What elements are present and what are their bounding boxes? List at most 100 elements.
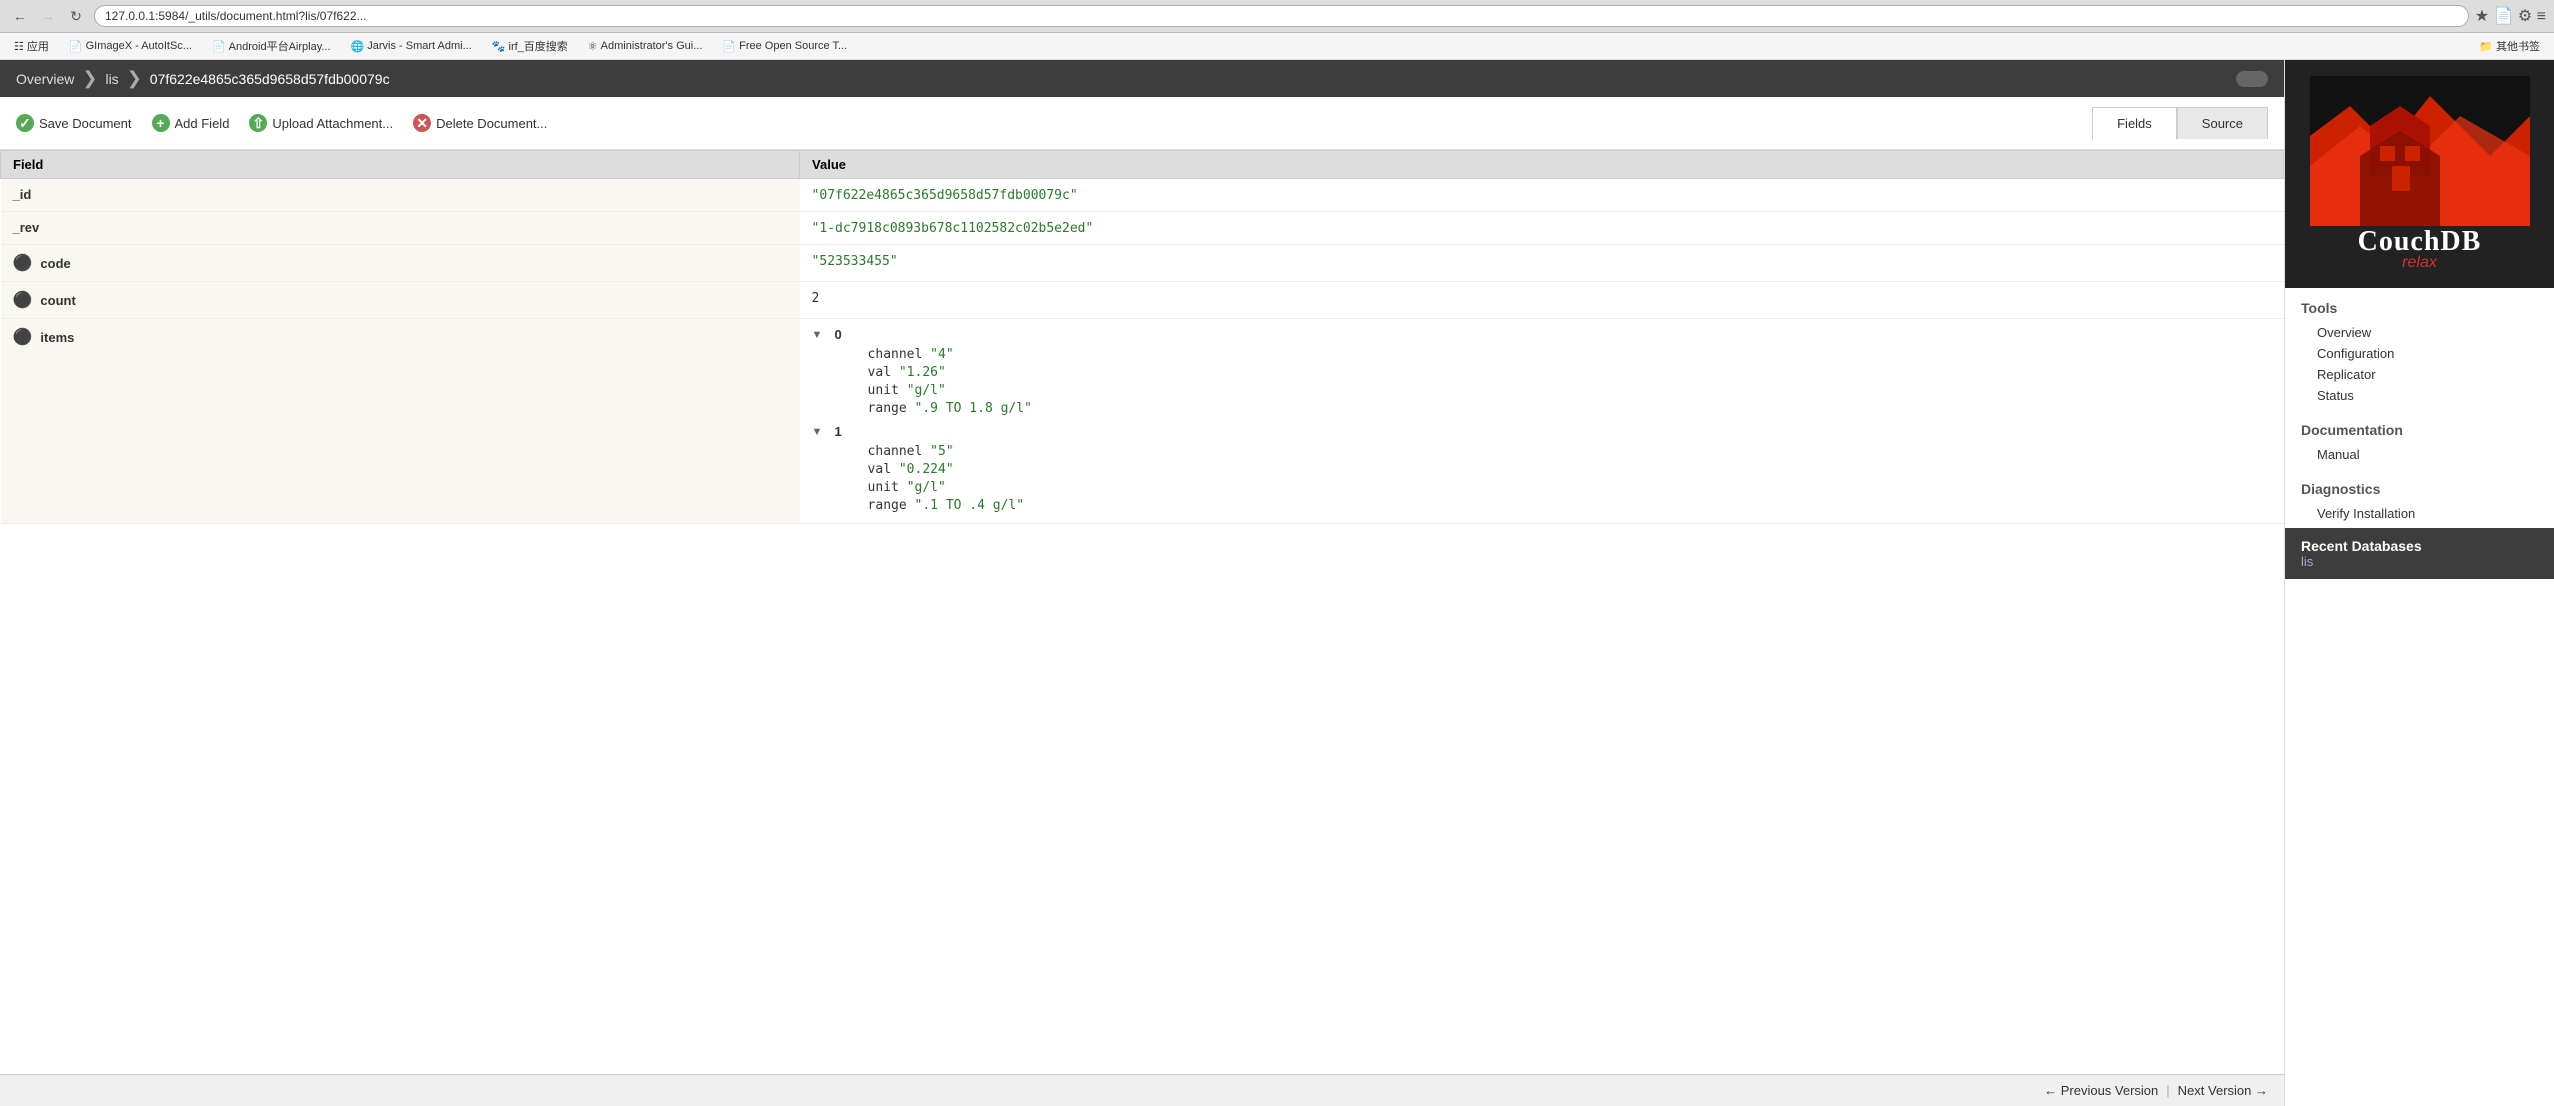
item0-channel-val: "4" — [930, 347, 953, 362]
delete-items-icon[interactable]: ⚫ — [13, 327, 33, 347]
item1-channel-key: channel — [836, 444, 931, 459]
value-id: "07f622e4865c365d9658d57fdb00079c" — [812, 188, 1078, 203]
sidebar-link-manual[interactable]: Manual — [2301, 444, 2538, 465]
sidebar-tools-section: Tools Overview Configuration Replicator … — [2285, 288, 2554, 410]
recent-db-title: Recent Databases — [2301, 538, 2422, 554]
value-code-cell: "523533455" — [800, 245, 2284, 282]
field-items-name: items — [40, 330, 74, 345]
back-button[interactable]: ← — [8, 4, 32, 28]
doc-footer: ← Previous Version | Next Version → — [0, 1074, 2284, 1106]
footer-separator: | — [2166, 1083, 2169, 1098]
bookmark-apps[interactable]: ☷ 应用 — [8, 36, 55, 56]
value-id-cell: "07f622e4865c365d9658d57fdb00079c" — [800, 179, 2284, 212]
nav-buttons: ← → ↻ — [8, 4, 88, 28]
item1-unit-key: unit — [836, 480, 907, 495]
delete-document-button[interactable]: ✕ Delete Document... — [413, 114, 547, 132]
item0-channel-key: channel — [836, 347, 931, 362]
breadcrumb-bar: Overview ❯ lis ❯ 07f622e4865c365d9658d57… — [0, 60, 2284, 97]
collapse-0-btn[interactable]: ▼ — [812, 329, 823, 341]
table-row: ⚫ code "523533455" — [1, 245, 2284, 282]
item1-range-val: ".1 TO .4 g/l" — [915, 498, 1025, 513]
field-count-name: count — [40, 293, 75, 308]
toolbar: ✓ Save Document + Add Field ⇧ Upload Att… — [0, 97, 2284, 150]
delete-count-icon[interactable]: ⚫ — [13, 290, 33, 310]
prev-version-link[interactable]: ← Previous Version — [2044, 1083, 2158, 1098]
breadcrumb-overview[interactable]: Overview — [16, 71, 74, 87]
add-field-button[interactable]: + Add Field — [152, 114, 230, 132]
field-code-cell: ⚫ code — [1, 245, 800, 282]
couchdb-logo-svg — [2310, 76, 2530, 226]
bookmark-other[interactable]: 📁 其他书签 — [2473, 36, 2546, 56]
bookmark-admin[interactable]: ⚛ Administrator's Gui... — [582, 38, 709, 55]
forward-button[interactable]: → — [36, 4, 60, 28]
item0-range-key: range — [836, 401, 915, 416]
table-row: _rev "1-dc7918c0893b678c1102582c02b5e2ed… — [1, 212, 2284, 245]
plus-icon: + — [152, 114, 170, 132]
sidebar-logo: CouchDB relax — [2285, 60, 2554, 288]
tab-bar: Fields Source — [2092, 107, 2268, 139]
item0-val-key: val — [836, 365, 899, 380]
value-code: "523533455" — [812, 254, 898, 269]
bookmark-android[interactable]: 📄 Android平台Airplay... — [206, 36, 337, 56]
value-rev: "1-dc7918c0893b678c1102582c02b5e2ed" — [812, 221, 1094, 236]
field-id-cell: _id — [1, 179, 800, 212]
sidebar-link-overview[interactable]: Overview — [2301, 322, 2538, 343]
bookmark-foss[interactable]: 📄 Free Open Source T... — [716, 38, 853, 55]
field-count-cell: ⚫ count — [1, 282, 800, 319]
main-layout: Overview ❯ lis ❯ 07f622e4865c365d9658d57… — [0, 60, 2554, 1106]
collapse-1-btn[interactable]: ▼ — [812, 426, 823, 438]
relax-text: relax — [2402, 254, 2437, 272]
value-items-cell: ▼ 0 channel "4" val — [800, 319, 2284, 524]
breadcrumb-sep-2: ❯ — [127, 68, 142, 89]
field-code-name: code — [40, 256, 70, 271]
bookmark-jarvis[interactable]: 🌐 Jarvis - Smart Admi... — [345, 38, 478, 55]
item1-val-key: val — [836, 462, 899, 477]
delete-code-icon[interactable]: ⚫ — [13, 253, 33, 273]
bookmark-gimagex[interactable]: 📄 GImageX - AutoItSc... — [63, 38, 198, 55]
table-row: ⚫ count 2 — [1, 282, 2284, 319]
diag-title: Diagnostics — [2301, 481, 2538, 497]
address-bar[interactable]: 127.0.0.1:5984/_utils/document.html?lis/… — [94, 5, 2469, 27]
bookmark-baidu[interactable]: 🐾 irf_百度搜索 — [486, 36, 574, 56]
item0-unit-key: unit — [836, 383, 907, 398]
field-rev-name: _rev — [13, 220, 40, 235]
field-items-cell: ⚫ items — [1, 319, 800, 524]
array-index-1: 1 — [826, 424, 841, 439]
sidebar-link-replicator[interactable]: Replicator — [2301, 364, 2538, 385]
value-rev-cell: "1-dc7918c0893b678c1102582c02b5e2ed" — [800, 212, 2284, 245]
item1-unit-val: "g/l" — [907, 480, 946, 495]
item1-channel-val: "5" — [930, 444, 953, 459]
browser-chrome: ← → ↻ 127.0.0.1:5984/_utils/document.htm… — [0, 0, 2554, 33]
item1-val-val: "0.224" — [899, 462, 954, 477]
field-rev-cell: _rev — [1, 212, 800, 245]
breadcrumb-doc-id: 07f622e4865c365d9658d57fdb00079c — [150, 71, 390, 87]
table-row: ⚫ items ▼ 0 — [1, 319, 2284, 524]
delete-label: Delete Document... — [436, 116, 547, 131]
docs-title: Documentation — [2301, 422, 2538, 438]
tab-source[interactable]: Source — [2177, 107, 2268, 139]
browser-icons: ★ 📄 ⚙ ≡ — [2475, 6, 2546, 26]
tab-fields[interactable]: Fields — [2092, 107, 2177, 140]
breadcrumb-lis[interactable]: lis — [105, 71, 118, 87]
sidebar-link-status[interactable]: Status — [2301, 385, 2538, 406]
upload-label: Upload Attachment... — [272, 116, 393, 131]
left-panel: Overview ❯ lis ❯ 07f622e4865c365d9658d57… — [0, 60, 2284, 1106]
recent-db-lis[interactable]: lis — [2301, 554, 2313, 569]
reload-button[interactable]: ↻ — [64, 4, 88, 28]
next-version-link[interactable]: Next Version → — [2178, 1083, 2268, 1098]
sidebar-docs-section: Documentation Manual — [2285, 410, 2554, 469]
upload-icon: ⇧ — [249, 114, 267, 132]
sidebar-diag-section: Diagnostics Verify Installation — [2285, 469, 2554, 528]
upload-attachment-button[interactable]: ⇧ Upload Attachment... — [249, 114, 393, 132]
save-document-label: Save Document — [39, 116, 132, 131]
table-row: _id "07f622e4865c365d9658d57fdb00079c" — [1, 179, 2284, 212]
add-field-label: Add Field — [175, 116, 230, 131]
right-sidebar: CouchDB relax Tools Overview Configurati… — [2284, 60, 2554, 1106]
item0-range-val: ".9 TO 1.8 g/l" — [915, 401, 1032, 416]
save-document-button[interactable]: ✓ Save Document — [16, 114, 132, 132]
sidebar-link-configuration[interactable]: Configuration — [2301, 343, 2538, 364]
toggle-switch[interactable] — [2236, 71, 2268, 87]
sidebar-link-verify[interactable]: Verify Installation — [2301, 503, 2538, 524]
field-id-name: _id — [13, 187, 32, 202]
doc-table: Field Value _id "07f622e4865c365d9658d — [0, 150, 2284, 524]
